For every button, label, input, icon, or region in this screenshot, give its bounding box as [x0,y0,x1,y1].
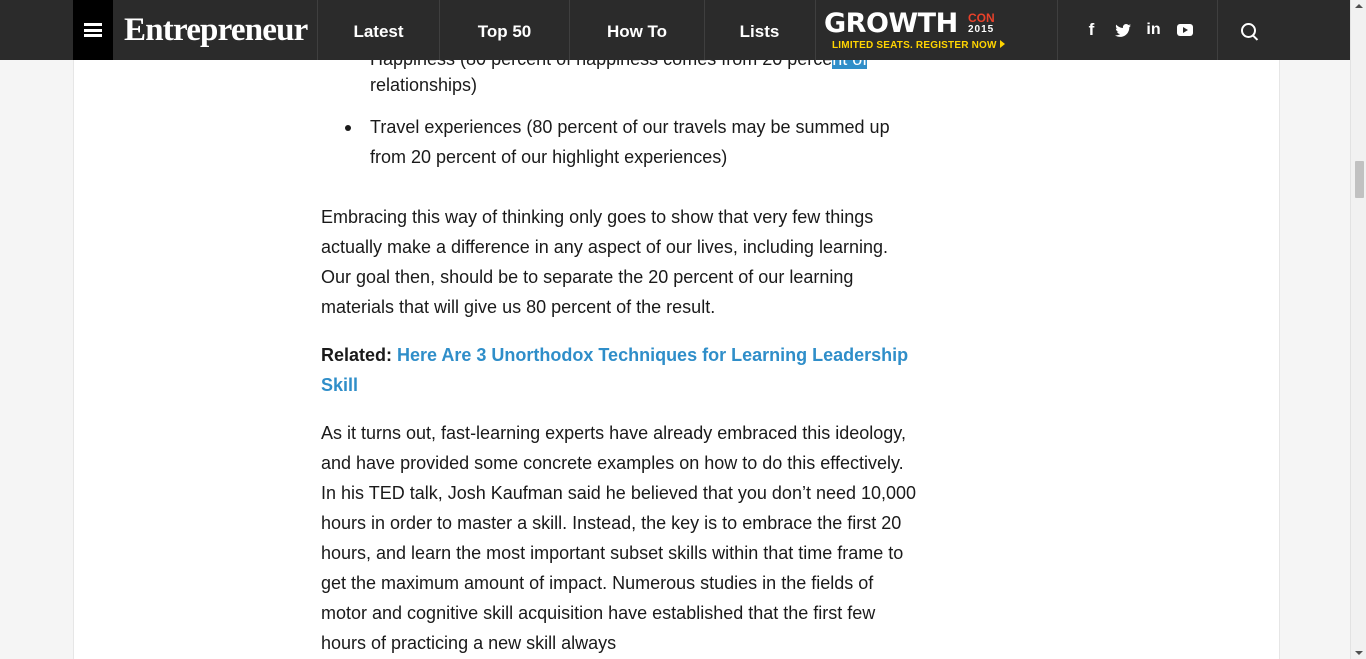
linkedin-icon[interactable]: in [1138,0,1169,60]
menu-button[interactable] [73,0,113,60]
vertical-scrollbar[interactable] [1350,0,1366,659]
promo-title: GROWTH [824,8,958,39]
related-link-block: Related: Here Are 3 Unorthodox Technique… [321,340,921,400]
scroll-down-icon[interactable] [1355,651,1363,655]
list-item: relationships) [370,70,920,100]
site-logo[interactable]: Entrepreneur [124,8,308,52]
paragraph: As it turns out, fast-learning experts h… [321,423,917,653]
main-nav: Latest Top 50 How To Lists [317,0,814,60]
search-button[interactable] [1217,0,1279,60]
hamburger-icon [84,23,102,37]
list-item-text: Travel experiences (80 percent of our tr… [370,117,890,167]
promo-con: CON [968,11,995,25]
scroll-up-icon[interactable] [1355,4,1363,8]
related-article-link[interactable]: Here Are 3 Unorthodox Techniques for Lea… [321,345,908,395]
nav-how-to[interactable]: How To [569,0,704,60]
promo-year: 2015 [968,24,995,35]
play-arrow-icon [999,40,1005,48]
youtube-icon[interactable] [1169,0,1200,60]
related-label: Related: [321,345,393,365]
search-icon [1241,22,1256,38]
scrollbar-thumb[interactable] [1355,161,1364,198]
nav-latest[interactable]: Latest [317,0,439,60]
nav-top-50[interactable]: Top 50 [439,0,569,60]
paragraph: Embracing this way of thinking only goes… [321,207,888,317]
facebook-icon[interactable]: f [1076,0,1107,60]
growthcon-promo-banner[interactable]: GROWTH CON 2015 LIMITED SEATS. REGISTER … [815,0,1058,60]
promo-subtitle-text: LIMITED SEATS. REGISTER NOW [832,40,997,51]
list-item: Travel experiences (80 percent of our tr… [345,112,920,172]
list-item-text: relationships) [370,75,478,95]
nav-lists[interactable]: Lists [704,0,814,60]
social-links: f in [1076,0,1200,60]
top-navigation-bar: Entrepreneur Latest Top 50 How To Lists … [0,0,1350,60]
bullet-icon [345,125,351,131]
promo-subtitle: LIMITED SEATS. REGISTER NOW [832,40,1005,52]
twitter-icon[interactable] [1107,0,1138,60]
